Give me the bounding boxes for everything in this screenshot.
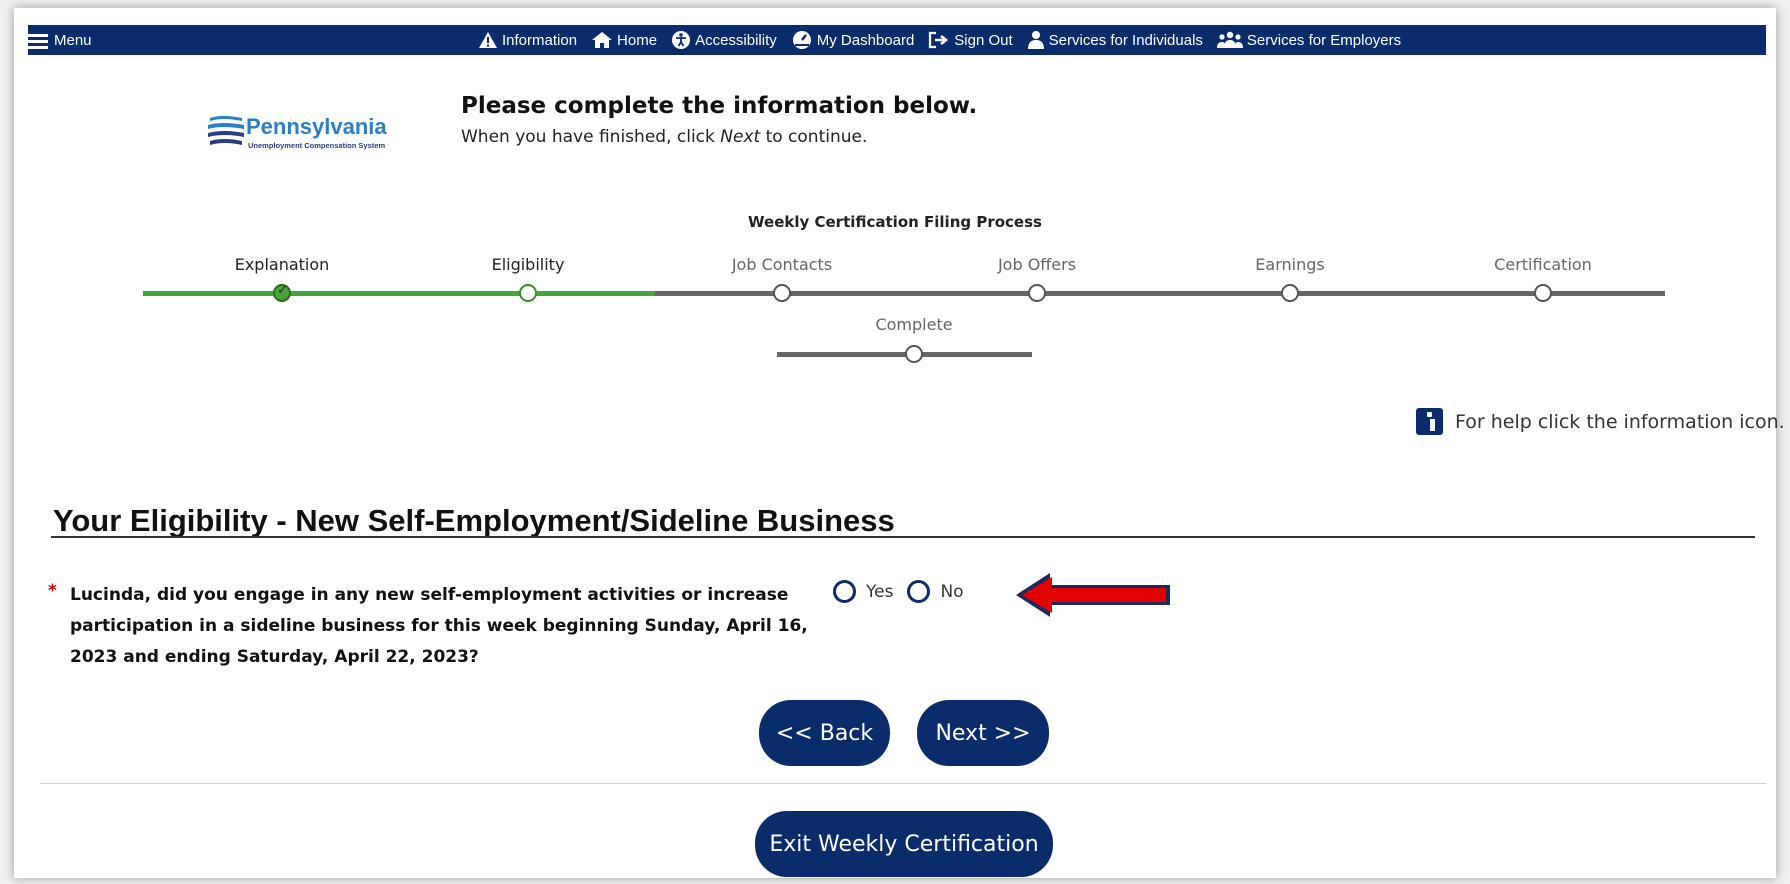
warning-icon xyxy=(479,32,497,48)
instructions-text-end: to continue. xyxy=(760,127,868,147)
logo-name: Pennsylvania xyxy=(246,114,387,139)
help-hint: For help click the information icon. xyxy=(1416,408,1785,435)
sign-out-icon xyxy=(929,31,949,49)
process-title: Weekly Certification Filing Process xyxy=(748,213,1042,231)
question-text: Lucinda, did you engage in any new self-… xyxy=(70,585,808,667)
radio-no[interactable]: No xyxy=(907,580,964,603)
nav-link-information[interactable]: Information xyxy=(478,31,577,49)
radio-yes-circle[interactable] xyxy=(833,580,856,603)
top-nav-bar: Menu Information Home Accessibility My D… xyxy=(28,25,1766,55)
instructions-next-word: Next xyxy=(720,127,761,147)
nav-link-accessibility[interactable]: Accessibility xyxy=(671,30,777,50)
menu-button[interactable]: Menu xyxy=(28,25,92,55)
answer-radio-group: Yes No xyxy=(833,580,964,603)
home-icon xyxy=(592,32,613,48)
radio-no-circle[interactable] xyxy=(907,580,931,603)
exit-weekly-certification-button[interactable]: Exit Weekly Certification xyxy=(755,811,1053,877)
nav-link-services-employers[interactable]: Services for Employers xyxy=(1216,31,1402,49)
information-icon[interactable] xyxy=(1416,408,1443,435)
dashboard-icon xyxy=(792,31,811,49)
next-button[interactable]: Next >> xyxy=(917,700,1049,766)
nav-link-label: Services for Employers xyxy=(1246,31,1402,49)
instructions-title: Please complete the information below. xyxy=(461,93,978,119)
nav-link-label: Accessibility xyxy=(695,31,777,49)
nav-link-label: Information xyxy=(502,31,578,49)
flag-logo-icon xyxy=(208,116,244,145)
instructions-subtitle: When you have finished, click Next to co… xyxy=(461,127,867,147)
nav-link-my-dashboard[interactable]: My Dashboard xyxy=(791,30,915,50)
radio-yes[interactable]: Yes xyxy=(833,580,893,603)
group-icon xyxy=(1216,31,1243,48)
instructions-text: When you have finished, click xyxy=(461,127,721,147)
logo-subtitle: Unemployment Compensation System xyxy=(248,141,386,150)
footer-divider xyxy=(40,783,1766,784)
back-button[interactable]: << Back xyxy=(759,700,890,766)
nav-link-label: Sign Out xyxy=(954,31,1013,49)
pennsylvania-logo: Pennsylvania Unemployment Compensation S… xyxy=(206,110,426,160)
section-divider xyxy=(51,536,1755,538)
help-text: For help click the information icon. xyxy=(1455,410,1785,433)
nav-link-home[interactable]: Home xyxy=(591,31,657,49)
nav-link-services-individuals[interactable]: Services for Individuals xyxy=(1027,30,1203,50)
required-marker: * xyxy=(48,581,57,601)
radio-no-label: No xyxy=(940,581,964,602)
nav-link-label: Services for Individuals xyxy=(1048,31,1203,49)
radio-yes-label: Yes xyxy=(866,581,894,602)
nav-link-label: Home xyxy=(617,31,658,49)
hamburger-icon xyxy=(28,33,48,49)
eligibility-question: * Lucinda, did you engage in any new sel… xyxy=(48,580,818,673)
nav-link-label: My Dashboard xyxy=(816,31,915,49)
section-title: Your Eligibility - New Self-Employment/S… xyxy=(53,503,895,538)
nav-links: Information Home Accessibility My Dashbo… xyxy=(478,25,1401,55)
accessibility-icon xyxy=(672,31,691,49)
nav-link-sign-out[interactable]: Sign Out xyxy=(928,31,1013,49)
menu-label: Menu xyxy=(54,31,92,49)
red-arrow-annotation xyxy=(1016,573,1170,617)
person-icon xyxy=(1027,31,1044,49)
